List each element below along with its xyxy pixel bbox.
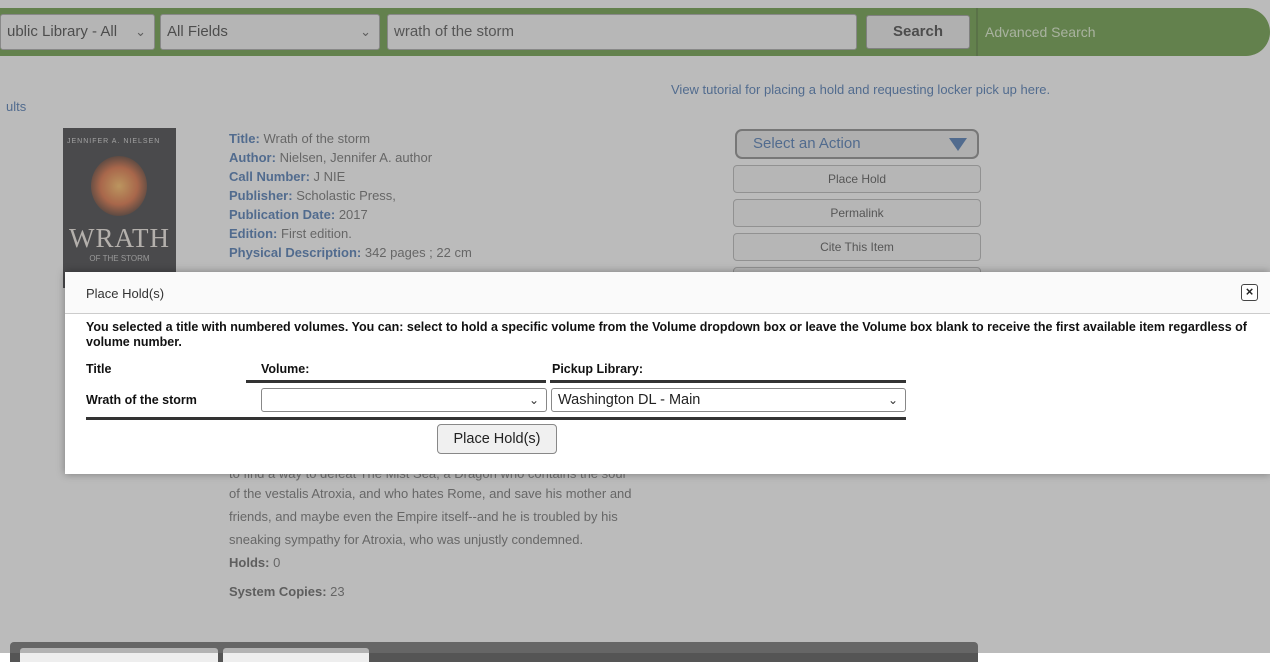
header-rule <box>246 380 546 383</box>
hold-row-title: Wrath of the storm <box>86 393 197 407</box>
column-header-pickup: Pickup Library: <box>552 362 643 376</box>
volume-notice: You selected a title with numbered volum… <box>86 320 1247 349</box>
column-header-title: Title <box>86 362 112 376</box>
close-icon[interactable]: × <box>1241 284 1258 301</box>
dialog-header: Place Hold(s) × <box>65 272 1270 314</box>
pickup-library-select[interactable]: Washington DL - Main ⌄ <box>551 388 906 412</box>
pickup-library-value: Washington DL - Main <box>558 392 701 408</box>
column-header-volume: Volume: <box>261 362 310 376</box>
chevron-down-icon: ⌄ <box>887 393 898 407</box>
chevron-down-icon: ⌄ <box>528 393 539 407</box>
dialog-title: Place Hold(s) <box>86 286 165 301</box>
place-holds-button[interactable]: Place Hold(s) <box>437 424 557 454</box>
header-rule <box>550 380 906 383</box>
row-rule <box>86 417 906 420</box>
place-hold-dialog: Place Hold(s) × You selected a title wit… <box>65 272 1270 474</box>
volume-select[interactable]: ⌄ <box>261 388 547 412</box>
